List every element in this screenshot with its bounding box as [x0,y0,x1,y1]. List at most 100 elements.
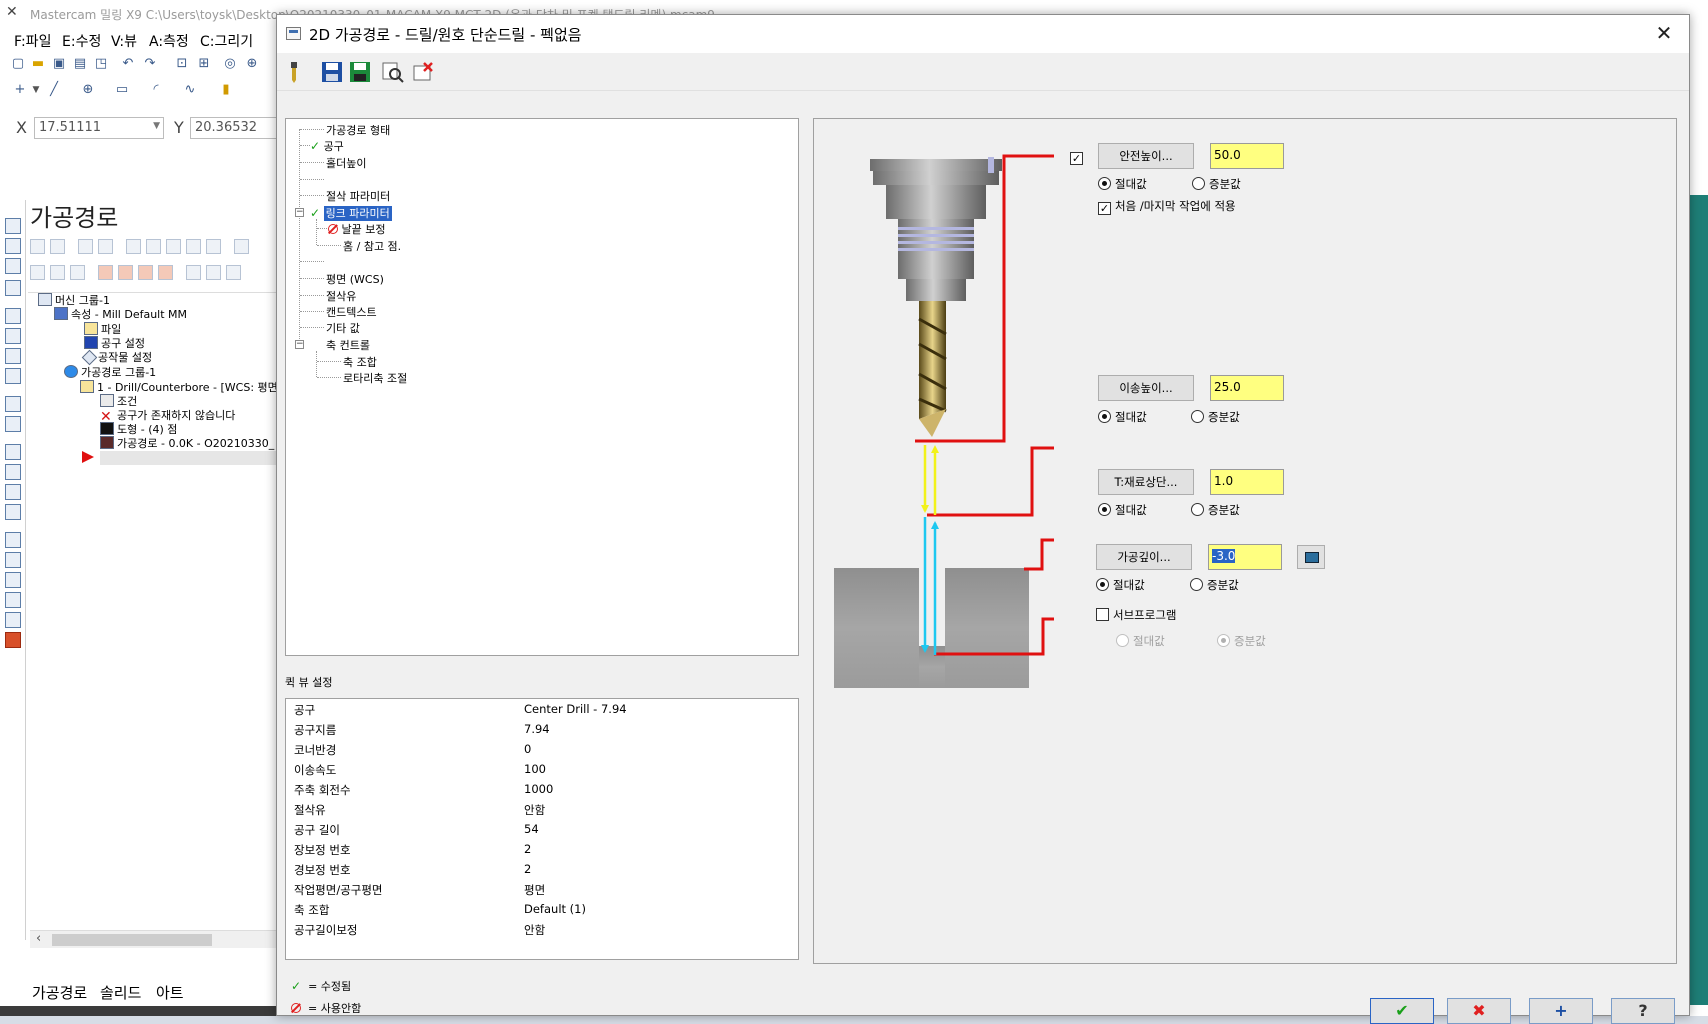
circle-icon[interactable]: ⊕ [80,82,96,98]
tree-node-toolpath-group[interactable]: 가공경로 그룹-1 [64,364,156,380]
toolpath-icon[interactable] [5,218,21,234]
clearance-enable-checkbox[interactable]: ✓ [1070,149,1087,165]
scroll-icon[interactable] [158,265,173,280]
depth-button[interactable]: 가공깊이... [1096,544,1192,570]
top-stock-absolute-radio[interactable]: 절대값 [1098,502,1147,518]
solid-icon[interactable] [5,238,21,254]
depth-absolute-radio[interactable]: 절대값 [1096,577,1145,593]
face-icon[interactable] [5,368,21,384]
transform-icon[interactable] [5,396,21,412]
depth-incremental-radio[interactable]: 증분값 [1190,577,1239,593]
chevron-down-icon[interactable]: ▼ [28,82,44,98]
stock-icon[interactable] [5,416,21,432]
cancel-button[interactable]: ✖ [1447,998,1511,1024]
save-as-default-icon[interactable] [348,60,372,84]
lock-icon[interactable] [30,265,45,280]
simulate-icon[interactable] [166,239,181,254]
help-tool-icon[interactable] [226,265,241,280]
move-down-icon[interactable] [98,265,113,280]
verify-icon[interactable] [146,239,161,254]
zoom-icon[interactable]: ⊕ [244,56,260,72]
apply-first-last-checkbox[interactable]: ✓ 처음 /마지막 작업에 적용 [1098,198,1236,215]
level-icon[interactable] [5,258,21,274]
save-icon[interactable] [320,60,344,84]
select-all-icon[interactable] [30,239,45,254]
tree-item-linking-parameters[interactable]: ✓ 링크 파라미터 [310,205,392,221]
print-preview-icon[interactable]: ◳ [93,56,109,72]
fit-icon[interactable]: ⊡ [174,56,190,72]
add-icon[interactable] [5,444,21,460]
select-failed-icon[interactable] [50,239,65,254]
tree-node-toolpath[interactable]: 가공경로 - 0.0K - O20210330_ [100,435,274,451]
tree-item-holder[interactable]: 홀더높이 [326,155,366,171]
post-off-icon[interactable] [70,265,85,280]
tab-art[interactable]: 아트 [156,982,184,1003]
clearance-button[interactable]: 안전높이... [1098,143,1194,169]
spline-icon[interactable]: ∿ [182,82,198,98]
tree-item-axis-control[interactable]: 축 컨트롤 [326,337,370,353]
top-of-stock-input[interactable]: 1.0 [1210,469,1284,495]
tree-item-cut-parameters[interactable]: 절삭 파라미터 [326,188,390,204]
menu-create[interactable]: C:그리기 [200,31,253,51]
backplot-icon[interactable] [126,239,141,254]
clearance-absolute-radio[interactable]: 절대값 [1098,176,1147,192]
layer-icon[interactable] [5,280,21,296]
depth-calculator-icon[interactable] [1297,545,1325,569]
post-icon[interactable] [206,239,221,254]
ok-button[interactable]: ✔ [1370,998,1434,1024]
highfeed-icon[interactable] [234,239,249,254]
zoom-window-icon[interactable]: ⊞ [196,56,212,72]
menu-view[interactable]: V:뷰 [111,31,137,51]
backplot-icon[interactable] [5,532,21,548]
retract-button[interactable]: 이송높이... [1098,375,1194,401]
select-icon[interactable] [5,484,21,500]
help-button[interactable]: ? [1611,998,1675,1024]
print-icon[interactable]: ▤ [72,56,88,72]
preview-icon[interactable] [381,60,405,84]
menu-analyze[interactable]: A:측정 [149,31,189,51]
undo-icon[interactable]: ↶ [120,56,136,72]
verify-icon[interactable] [5,504,21,520]
cube-icon[interactable] [5,632,21,648]
top-stock-incremental-radio[interactable]: 증분값 [1191,502,1240,518]
clear-icon[interactable] [411,60,435,84]
solid-icon[interactable]: ▮ [218,82,234,98]
simulate-icon[interactable] [5,552,21,568]
tree-item-toolpath-type[interactable]: 가공경로 형태 [326,122,390,138]
subprogram-checkbox[interactable]: 서브프로그램 [1096,607,1176,623]
post-icon[interactable] [5,572,21,588]
single-view-icon[interactable] [186,265,201,280]
move-up-icon[interactable] [118,265,133,280]
clearance-incremental-radio[interactable]: 증분값 [1192,176,1241,192]
lathe-icon[interactable] [5,612,21,628]
regenerate-icon[interactable] [78,239,93,254]
edit-icon[interactable] [5,464,21,480]
retract-input[interactable]: 25.0 [1210,375,1284,401]
depth-input[interactable]: -3.0 [1208,544,1282,570]
clearance-input[interactable]: 50.0 [1210,143,1284,169]
collapse-icon[interactable]: − [295,208,304,217]
list-icon[interactable] [5,592,21,608]
tree-item-tool[interactable]: ✓ 공구 [310,138,344,154]
tree-item-rotary-axis[interactable]: 로타리축 조절 [343,370,407,386]
retract-incremental-radio[interactable]: 증분값 [1191,409,1240,425]
menu-edit[interactable]: E:수정 [62,31,101,51]
tree-item-home-ref[interactable]: 홈 / 참고 점. [343,238,401,254]
contour-icon[interactable] [5,328,21,344]
top-of-stock-button[interactable]: T:재료상단... [1098,469,1194,495]
pocket-icon[interactable] [5,348,21,364]
tab-solids[interactable]: 솔리드 [100,982,141,1003]
toggle-display-icon[interactable] [50,265,65,280]
scroll-left-icon[interactable]: ‹ [36,931,41,946]
collapse-icon[interactable]: − [295,340,304,349]
x-coordinate-input[interactable]: 17.51111 ▼ [34,117,164,139]
zoom-target-icon[interactable]: ◎ [222,56,238,72]
scrollbar-thumb[interactable] [52,934,212,946]
save-icon[interactable]: ▣ [51,56,67,72]
tree-item-tip-comp[interactable]: 날끝 보정 [328,221,385,237]
insert-arrow-icon[interactable] [82,451,94,463]
add-button[interactable]: + [1529,998,1593,1024]
filter-icon[interactable] [206,265,221,280]
tree-item-axis-combination[interactable]: 축 조합 [343,354,377,370]
tree-node-properties[interactable]: 속성 - Mill Default MM [54,306,187,322]
